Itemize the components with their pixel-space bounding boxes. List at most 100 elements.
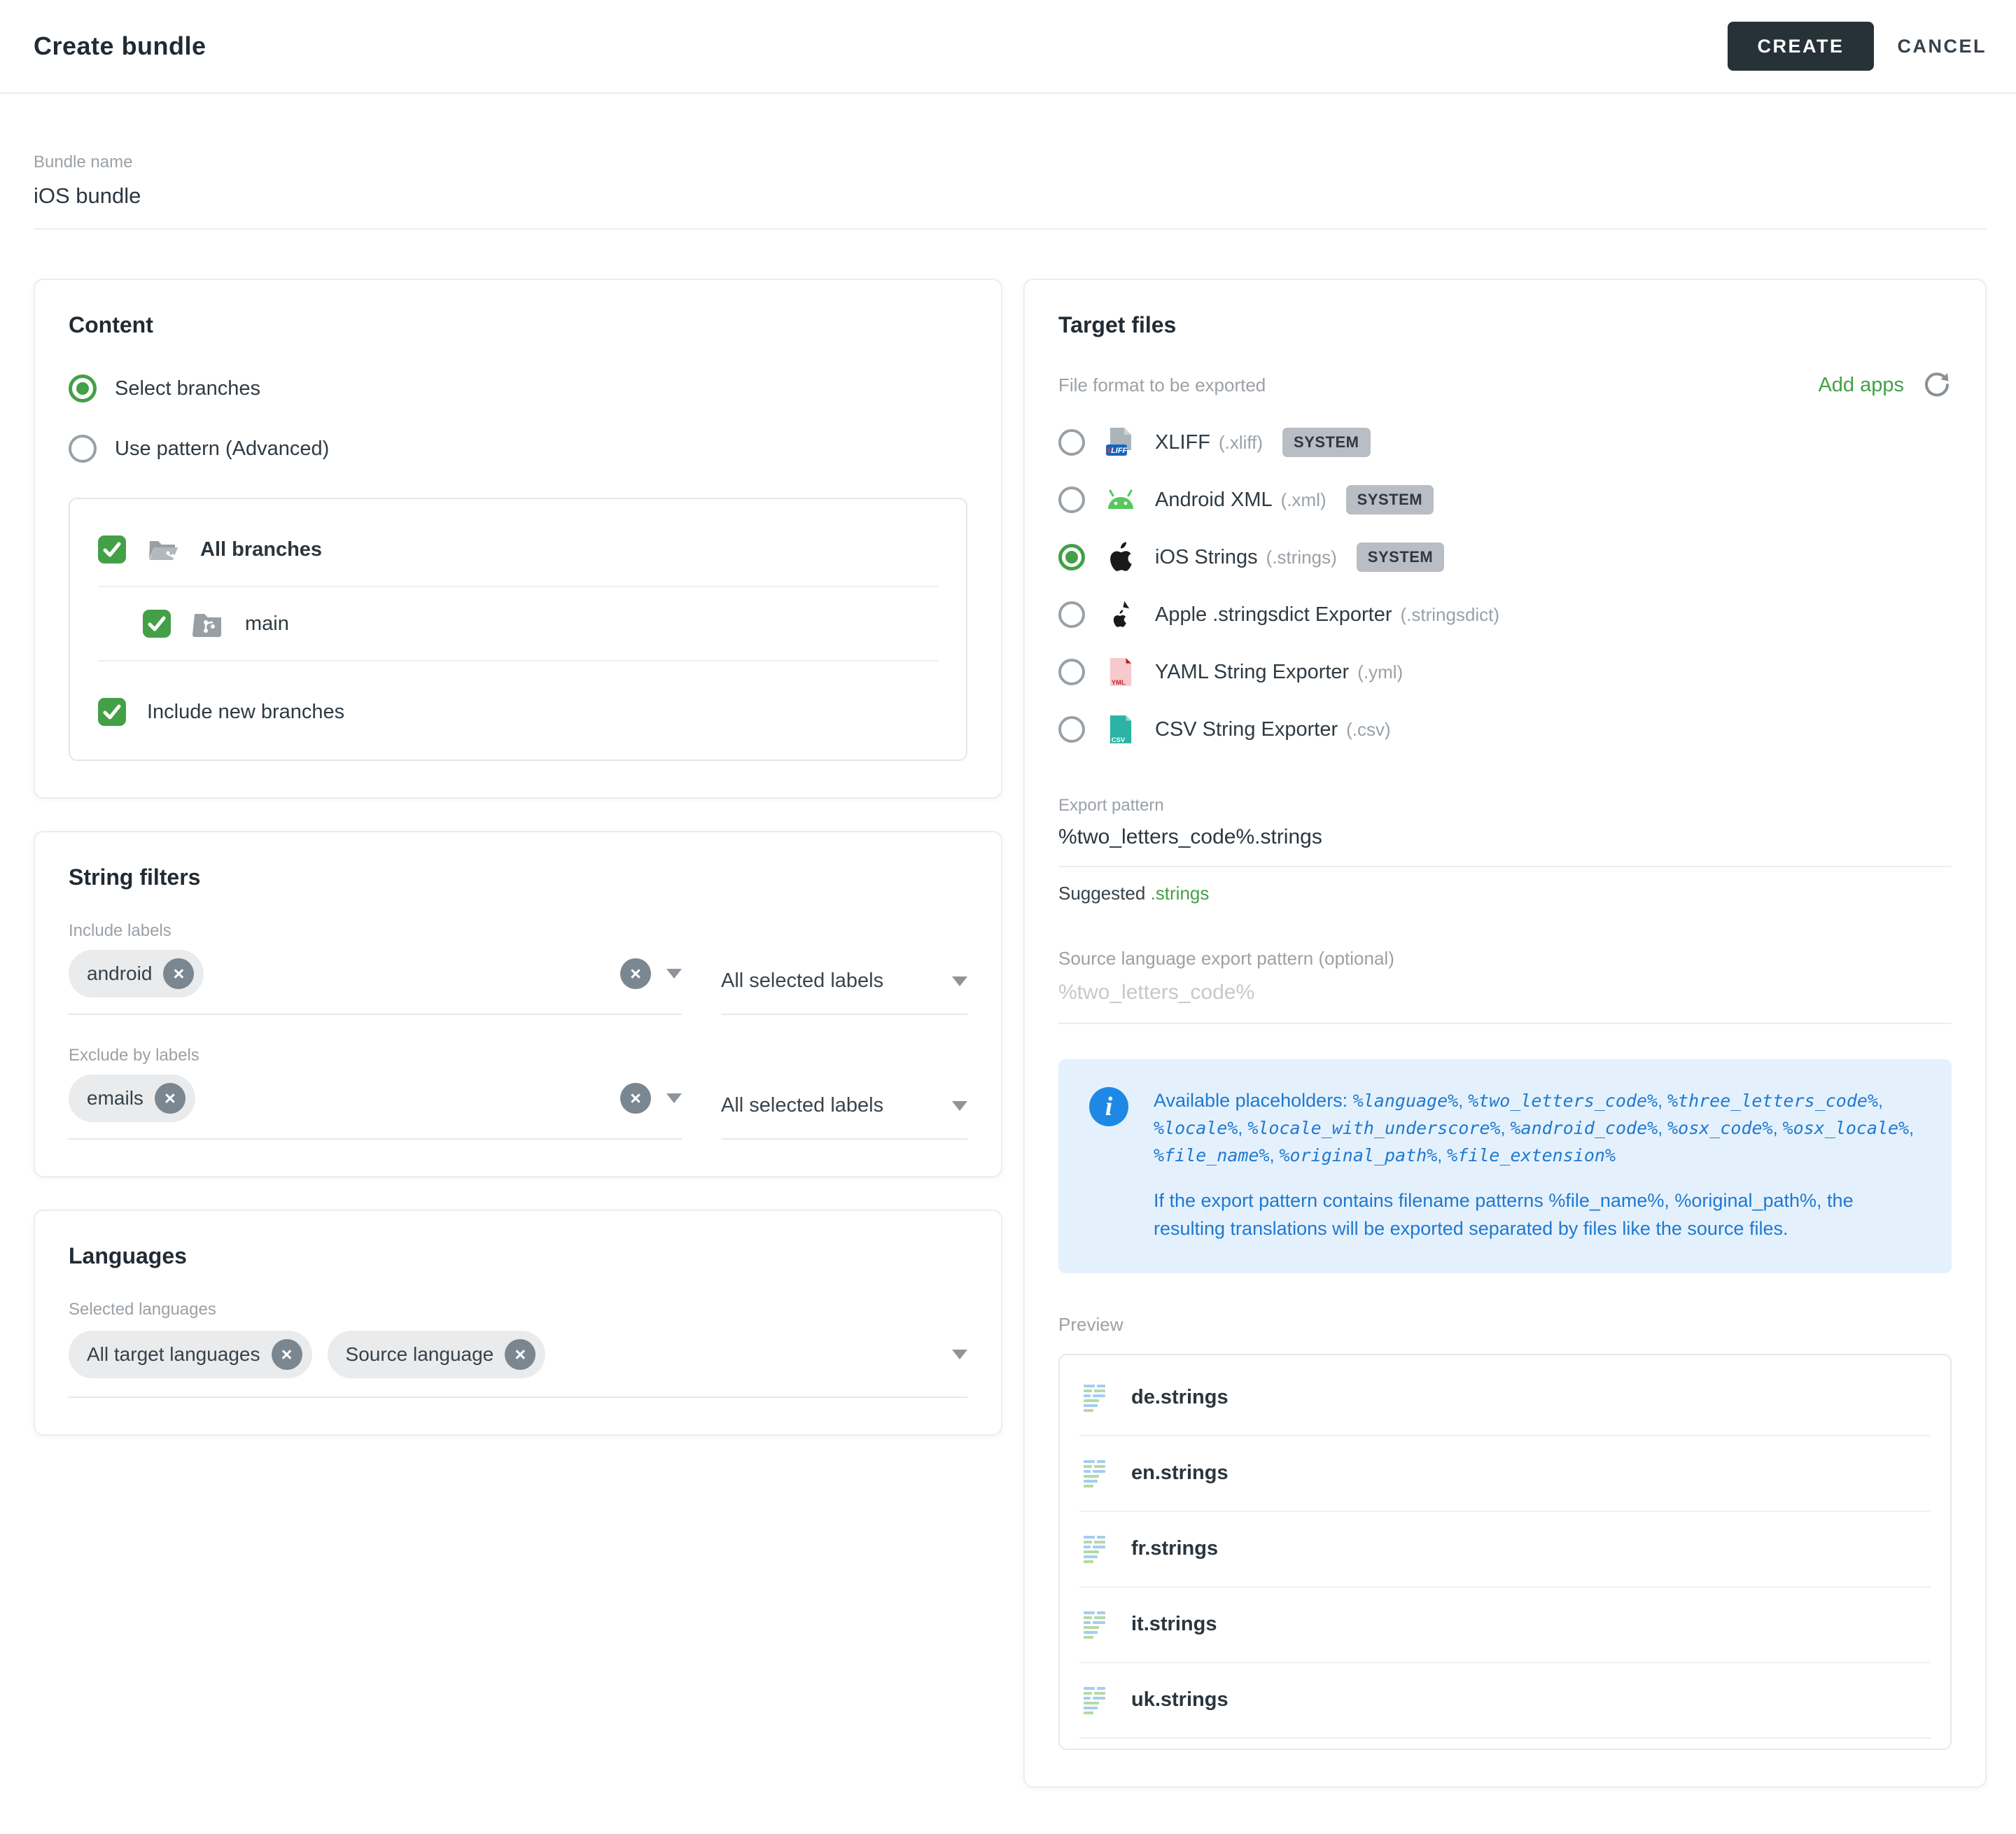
format-row-android-xml[interactable]: Android XML (.xml) SYSTEM	[1058, 471, 1952, 528]
placeholder-token: %language%	[1353, 1091, 1468, 1111]
strings-file-icon	[1081, 1382, 1110, 1414]
export-pattern-input[interactable]: %two_letters_code%.strings	[1058, 825, 1952, 867]
preview-row: uk.strings	[1079, 1663, 1931, 1739]
add-apps-link[interactable]: Add apps	[1818, 374, 1904, 397]
suggested-label: Suggested	[1058, 883, 1145, 904]
languages-title: Languages	[69, 1243, 967, 1269]
chip-source-language[interactable]: Source language ×	[328, 1331, 546, 1378]
source-pattern-input[interactable]: %two_letters_code%	[1058, 981, 1952, 1024]
placeholder-token: %osx_locale%	[1783, 1118, 1914, 1138]
radio-icon[interactable]	[1058, 659, 1085, 685]
exclude-labels-mode-dropdown[interactable]: All selected labels	[721, 1094, 967, 1140]
radio-icon[interactable]	[69, 374, 97, 402]
checkbox-include-new-branches[interactable]	[98, 698, 126, 726]
radio-select-branches[interactable]: Select branches	[69, 374, 967, 402]
preview-row: de.strings	[1079, 1361, 1931, 1436]
preview-file-name: de.strings	[1131, 1386, 1228, 1409]
chip-label: All target languages	[87, 1343, 260, 1366]
include-new-branches-label: Include new branches	[147, 701, 344, 724]
topbar-actions: CREATE CANCEL	[1728, 22, 1987, 71]
chip-remove-icon[interactable]: ×	[155, 1083, 186, 1114]
clear-input-icon[interactable]: ×	[620, 1083, 651, 1114]
bundle-name-input[interactable]: iOS bundle	[34, 183, 1987, 230]
export-pattern-label: Export pattern	[1058, 796, 1952, 816]
checkbox-all-branches[interactable]	[98, 536, 126, 564]
exclude-labels-input[interactable]: emails × ×	[69, 1072, 682, 1140]
radio-icon[interactable]	[1058, 601, 1085, 628]
placeholder-token: %file_extension%	[1447, 1145, 1616, 1166]
placeholders-intro: Available placeholders:	[1154, 1090, 1348, 1111]
content-card-title: Content	[69, 312, 967, 338]
android-icon	[1105, 484, 1137, 516]
radio-use-pattern[interactable]: Use pattern (Advanced)	[69, 435, 967, 463]
chevron-down-icon[interactable]	[952, 1350, 967, 1359]
placeholder-token: %three_letters_code%	[1667, 1091, 1883, 1111]
preview-row: en.strings	[1079, 1436, 1931, 1512]
placeholder-token: %locale_with_underscore%	[1247, 1118, 1510, 1138]
format-ext: (.yml)	[1357, 662, 1403, 683]
chip-label: emails	[87, 1087, 144, 1110]
format-row-yaml[interactable]: YML YAML String Exporter (.yml)	[1058, 643, 1952, 701]
format-row-stringsdict[interactable]: Apple .stringsdict Exporter (.stringsdic…	[1058, 586, 1952, 643]
format-ext: (.strings)	[1266, 547, 1337, 568]
dropdown-value: All selected labels	[721, 969, 883, 993]
format-row-xliff[interactable]: XLIFF XLIFF (.xliff) SYSTEM	[1058, 414, 1952, 471]
format-name: Android XML	[1155, 489, 1273, 512]
format-name: XLIFF	[1155, 431, 1210, 454]
format-name: YAML String Exporter	[1155, 661, 1349, 684]
svg-text:YML: YML	[1112, 679, 1126, 687]
include-labels-mode-dropdown[interactable]: All selected labels	[721, 969, 967, 1015]
clear-input-icon[interactable]: ×	[620, 958, 651, 989]
suggested-extension-link[interactable]: .strings	[1151, 883, 1210, 904]
radio-icon[interactable]	[1058, 716, 1085, 743]
branch-row-main[interactable]: main	[98, 587, 938, 662]
placeholder-token: %osx_code%	[1667, 1118, 1782, 1138]
format-ext: (.csv)	[1346, 719, 1391, 741]
format-ext: (.stringsdict)	[1400, 604, 1499, 626]
apple-icon	[1105, 541, 1137, 573]
radio-icon[interactable]	[1058, 429, 1085, 456]
folder-branch-icon	[192, 610, 224, 638]
format-row-ios-strings[interactable]: iOS Strings (.strings) SYSTEM	[1058, 528, 1952, 586]
string-filters-title: String filters	[69, 864, 967, 890]
placeholders-line: Available placeholders: %language% %two_…	[1154, 1087, 1921, 1169]
bundle-name-field: Bundle name iOS bundle	[34, 153, 1987, 230]
checkbox-main[interactable]	[143, 610, 171, 638]
chip-emails[interactable]: emails ×	[69, 1074, 195, 1122]
content-card: Content Select branches Use pattern (Adv…	[34, 279, 1002, 799]
format-name: Apple .stringsdict Exporter	[1155, 603, 1392, 626]
include-new-branches-row[interactable]: Include new branches	[98, 698, 938, 726]
format-row-csv[interactable]: CSV CSV String Exporter (.csv)	[1058, 701, 1952, 758]
include-labels-input[interactable]: android × ×	[69, 948, 682, 1015]
branch-row-all-branches[interactable]: All branches	[98, 513, 938, 587]
create-button[interactable]: CREATE	[1728, 22, 1873, 71]
system-badge: SYSTEM	[1282, 428, 1370, 457]
radio-icon[interactable]	[1058, 544, 1085, 570]
cancel-button[interactable]: CANCEL	[1898, 36, 1987, 57]
string-filters-card: String filters Include labels android × …	[34, 831, 1002, 1177]
branch-label: main	[245, 612, 289, 636]
yaml-file-icon: YML	[1105, 656, 1137, 688]
preview-file-name: fr.strings	[1131, 1537, 1218, 1560]
languages-input[interactable]: All target languages × Source language ×	[69, 1328, 967, 1398]
chip-all-target-languages[interactable]: All target languages ×	[69, 1331, 312, 1378]
exclude-labels-label: Exclude by labels	[69, 1046, 967, 1065]
radio-icon[interactable]	[1058, 486, 1085, 513]
placeholder-token: %original_path%	[1279, 1145, 1447, 1166]
format-name: iOS Strings	[1155, 546, 1258, 569]
chevron-down-icon[interactable]	[666, 969, 682, 979]
chip-remove-icon[interactable]: ×	[163, 958, 194, 989]
info-note: If the export pattern contains filename …	[1154, 1187, 1921, 1242]
chip-remove-icon[interactable]: ×	[272, 1339, 302, 1370]
chip-android[interactable]: android ×	[69, 950, 204, 997]
chevron-down-icon	[952, 1101, 967, 1111]
preview-label: Preview	[1058, 1314, 1952, 1336]
include-labels-group: Include labels android × × All select	[69, 921, 967, 1015]
placeholder-token: %file_name%	[1154, 1145, 1279, 1166]
radio-icon[interactable]	[69, 435, 97, 463]
chip-remove-icon[interactable]: ×	[505, 1339, 536, 1370]
chevron-down-icon[interactable]	[666, 1093, 682, 1103]
info-icon: i	[1089, 1087, 1128, 1126]
preview-file-name: en.strings	[1131, 1462, 1228, 1485]
refresh-icon[interactable]	[1922, 370, 1952, 400]
